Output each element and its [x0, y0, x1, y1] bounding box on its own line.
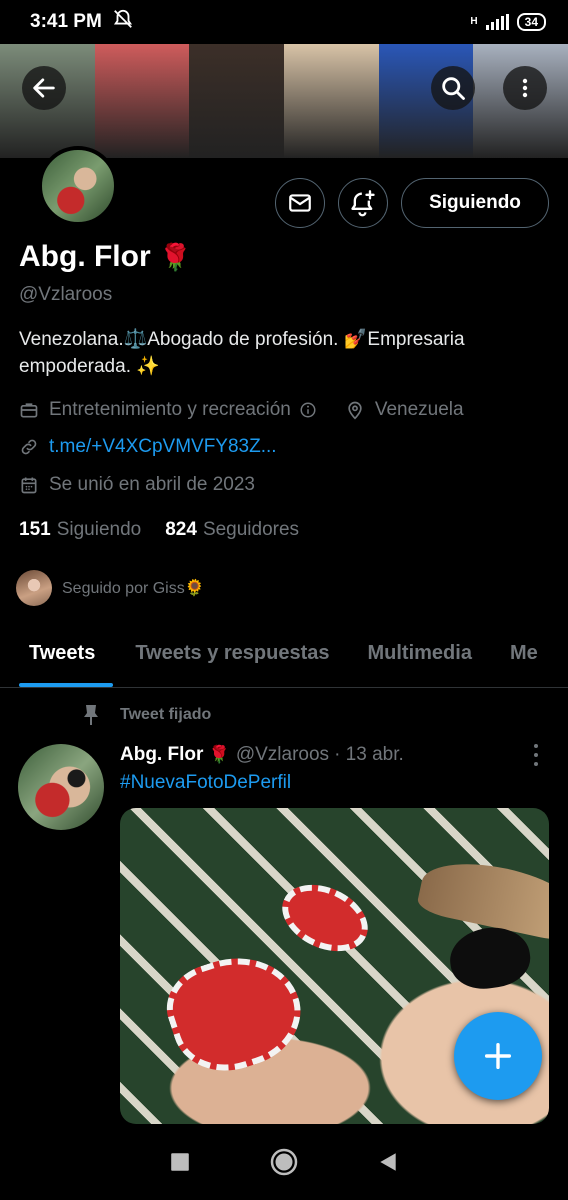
profile-name-text: Abg. Flor — [19, 240, 151, 273]
profile-handle: @Vzlaroos — [19, 284, 113, 305]
profile-meta-link-row: t.me/+V4XCpVMVFY83Z... — [19, 436, 277, 458]
tweet-more-icon[interactable] — [528, 744, 544, 766]
link-icon — [21, 439, 37, 455]
following-button[interactable]: Siguiendo — [401, 178, 549, 228]
notifications-muted-icon — [112, 8, 134, 36]
battery-icon: 34 — [516, 13, 546, 31]
mail-icon — [289, 194, 311, 212]
profile-name: Abg. Flor 🌹 — [19, 240, 191, 274]
rose-emoji: 🌹 — [159, 242, 192, 272]
nav-home-icon[interactable] — [269, 1147, 299, 1177]
followers-count-link[interactable]: 824 Seguidores — [165, 519, 299, 541]
pinned-tweet-label: Tweet fijado — [82, 704, 211, 726]
calendar-icon — [21, 477, 37, 494]
following-label: Siguiendo — [56, 519, 142, 540]
profile-joined: Se unió en abril de 2023 — [49, 474, 255, 495]
follower-avatar — [16, 570, 52, 606]
bio-line-1: Venezolana.⚖️Abogado de profesión. 💅Empr… — [19, 329, 465, 350]
profile-bio: Venezolana.⚖️Abogado de profesión. 💅Empr… — [19, 326, 549, 380]
back-button[interactable] — [22, 66, 66, 110]
profile-link[interactable]: t.me/+V4XCpVMVFY83Z... — [49, 436, 277, 458]
location-pin-icon — [348, 401, 362, 420]
compose-plus-icon — [484, 1042, 512, 1070]
tab-likes[interactable]: Me — [491, 624, 557, 687]
tweet-header: Abg. Flor 🌹 @Vzlaroos · 13 abr. — [120, 744, 404, 766]
nav-back-icon[interactable] — [377, 1151, 399, 1173]
network-type: H — [470, 16, 478, 27]
tweet-author-name-text: Abg. Flor — [120, 744, 204, 765]
profile-meta-joined-row: Se unió en abril de 2023 — [19, 474, 255, 496]
notifications-button[interactable] — [338, 178, 388, 228]
tab-media[interactable]: Multimedia — [349, 624, 491, 687]
tweet-author-avatar[interactable] — [18, 744, 104, 830]
followers-count: 824 — [165, 519, 197, 540]
info-icon[interactable] — [299, 401, 317, 419]
search-icon — [442, 77, 465, 100]
profile-category: Entretenimiento y recreación — [49, 399, 291, 420]
tweet-author-handle: @Vzlaroos — [235, 744, 330, 765]
search-button[interactable] — [431, 66, 475, 110]
signal-icon — [485, 14, 509, 30]
followers-label: Seguidores — [202, 519, 300, 540]
profile-tabs: Tweets Tweets y respuestas Multimedia Me — [0, 624, 568, 688]
followed-by-text: Seguido por Giss🌻 — [62, 580, 205, 597]
followed-by[interactable]: Seguido por Giss🌻 — [16, 570, 205, 606]
tab-tweets-and-replies[interactable]: Tweets y respuestas — [116, 624, 348, 687]
briefcase-icon — [20, 403, 38, 418]
system-nav-bar — [0, 1124, 568, 1200]
tweet-hashtag[interactable]: #NuevaFotoDePerfil — [120, 772, 291, 794]
profile-location: Venezuela — [374, 399, 464, 420]
tweet-author-name[interactable]: Abg. Flor 🌹 — [120, 744, 230, 766]
bio-line-2: empoderada. ✨ — [19, 356, 160, 377]
pin-icon — [84, 705, 98, 725]
battery-level: 34 — [524, 15, 538, 29]
profile-avatar[interactable] — [38, 146, 118, 226]
pinned-text: Tweet fijado — [120, 706, 212, 723]
back-arrow-icon — [33, 78, 55, 98]
following-count: 151 — [19, 519, 51, 540]
more-button[interactable] — [503, 66, 547, 110]
status-time: 3:41 PM — [30, 11, 102, 32]
tweet-author-emoji: 🌹 — [208, 745, 230, 764]
banner-photo-3 — [189, 44, 285, 158]
status-bar: 3:41 PM H 34 — [0, 0, 568, 44]
tweet-date: · 13 abr. — [334, 744, 404, 765]
nav-recents-icon[interactable] — [169, 1151, 191, 1173]
profile-meta-category-row: Entretenimiento y recreación Venezuela — [19, 399, 464, 421]
tab-tweets[interactable]: Tweets — [0, 624, 116, 687]
follow-counts: 151 Siguiendo 824 Seguidores — [19, 519, 299, 541]
bell-plus-icon — [351, 190, 375, 217]
banner-photo-4 — [284, 44, 379, 158]
more-vertical-icon — [522, 78, 528, 98]
compose-tweet-button[interactable] — [454, 1012, 542, 1100]
profile-banner[interactable] — [0, 44, 568, 158]
message-button[interactable] — [275, 178, 325, 228]
banner-photo-2 — [94, 44, 190, 158]
following-count-link[interactable]: 151 Siguiendo — [19, 519, 141, 541]
